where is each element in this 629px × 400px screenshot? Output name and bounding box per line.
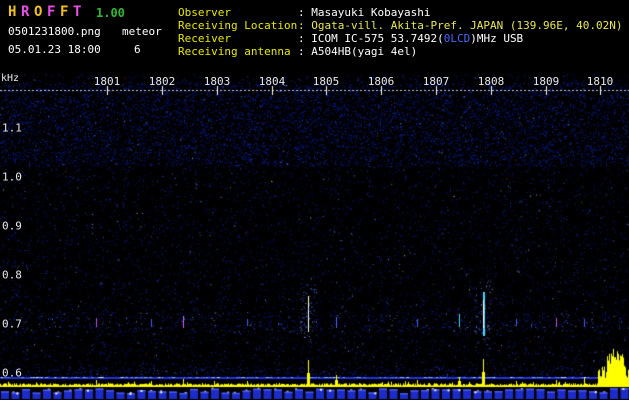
info-label: Receiving antenna: [178, 45, 291, 58]
app-title-letter: H: [8, 4, 17, 20]
info-label: Receiving Location: [178, 19, 298, 32]
app-version: 1.00: [96, 6, 125, 20]
time-tick-label: 1808: [477, 75, 505, 88]
info-row: Observer : Masayuki Kobayashi: [178, 6, 623, 19]
info-value-part: )MHz USB: [470, 32, 524, 45]
info-value-part: : Ogata-vill. Akita-Pref. JAPAN (139.96E…: [298, 19, 623, 32]
freq-tick-label: 1.0: [2, 170, 22, 184]
app-title: HROFFT: [8, 4, 86, 20]
time-tick-label: 1809: [532, 75, 560, 88]
freq-unit-label: kHz: [1, 73, 20, 84]
freq-tick-label: 0.7: [2, 317, 22, 331]
info-value: : Masayuki Kobayashi: [298, 6, 430, 19]
time-tick-label: 1802: [148, 75, 176, 88]
info-label: Receiver: [178, 32, 231, 45]
time-tick-label: 1805: [312, 75, 340, 88]
freq-tick-label: 1.1: [2, 121, 22, 135]
mode-label: meteor: [122, 25, 162, 38]
info-label: Observer: [178, 6, 231, 19]
info-value: : ICOM IC-575 53.7492(0LCD)MHz USB: [298, 32, 523, 45]
time-tick-label: 1807: [422, 75, 450, 88]
app-title-letter: O: [34, 4, 43, 20]
time-tick-label: 1803: [203, 75, 231, 88]
time-tick-label: 1806: [367, 75, 395, 88]
info-value: : Ogata-vill. Akita-Pref. JAPAN (139.96E…: [298, 19, 623, 32]
info-value: : A504HB(yagi 4el): [298, 45, 417, 58]
freq-tick-label: 0.6: [2, 366, 22, 380]
datetime: 05.01.23 18:00: [8, 43, 101, 56]
app-title-letter: R: [21, 4, 30, 20]
receiver-info: Observer : Masayuki Kobayashi Receiving Lo…: [178, 6, 623, 58]
hrofft-screen: HROFFT 1.00 0501231800.png meteor 05.01.…: [0, 0, 629, 400]
info-value-part: : A504HB(yagi 4el): [298, 45, 418, 58]
header: HROFFT 1.00 0501231800.png meteor 05.01.…: [0, 0, 629, 72]
info-value-part: : ICOM IC-575 53.7492(: [298, 32, 444, 45]
freq-tick-label: 0.9: [2, 219, 22, 233]
info-value-part: : Masayuki Kobayashi: [298, 6, 431, 19]
info-value-part: 0LCD: [443, 32, 471, 45]
time-tick-label: 1810: [586, 75, 614, 88]
filename: 0501231800.png: [8, 25, 101, 38]
app-title-letter: F: [60, 4, 69, 20]
info-row: Receiving antenna : A504HB(yagi 4el): [178, 45, 623, 58]
info-row: Receiving Location: Ogata-vill. Akita-Pr…: [178, 19, 623, 32]
time-tick-label: 1804: [258, 75, 286, 88]
app-title-letter: F: [47, 4, 56, 20]
freq-tick-label: 0.8: [2, 268, 22, 282]
time-tick-label: 1801: [93, 75, 121, 88]
info-row: Receiver : ICOM IC-575 53.7492(0LCD)MHz U…: [178, 32, 623, 45]
echo-count: 6: [134, 43, 141, 56]
app-title-letter: T: [73, 4, 82, 20]
